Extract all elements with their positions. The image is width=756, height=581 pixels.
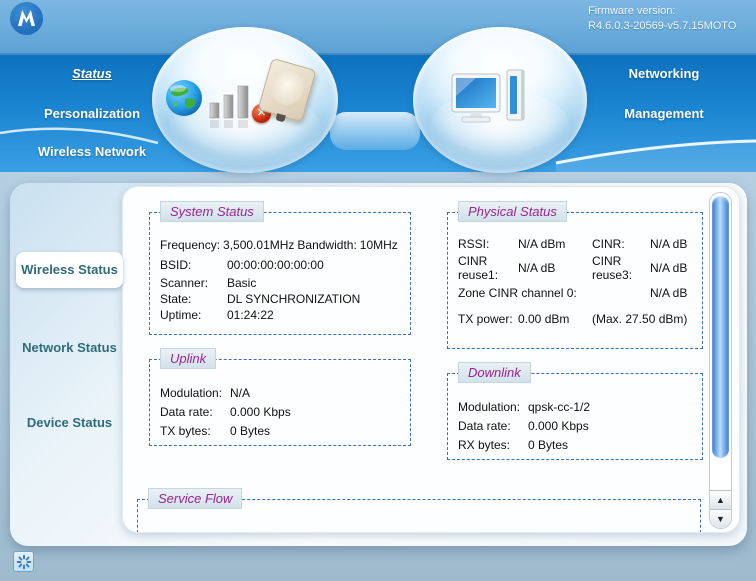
sidebar-tab-device-status[interactable]: Device Status [16, 415, 123, 430]
bandwidth-label: Bandwidth: [297, 238, 357, 252]
status-card: System Status Frequency: 3,500.01MHz Ban… [122, 186, 740, 533]
motorola-logo-icon [10, 2, 43, 35]
zone-cinr-row: Zone CINR channel 0: N/A dB [458, 286, 688, 300]
service-flow-title: Service Flow [148, 488, 243, 509]
computer-icon [450, 68, 534, 131]
scanner-row: Scanner: Basic [160, 276, 257, 290]
scroll-down-icon[interactable]: ▼ [710, 509, 731, 528]
firmware-value: R4.6.0.3-20569-v5.7.15MOTO [588, 20, 737, 32]
refresh-spinner-icon [16, 554, 31, 569]
firmware-label: Firmware version: [588, 5, 676, 17]
frequency-label: Frequency: [160, 238, 221, 252]
bandwidth-value: 10MHz [359, 238, 398, 252]
state-row: State: DL SYNCHRONIZATION [160, 292, 361, 306]
system-status-section: System Status Frequency: 3,500.01MHz Ban… [149, 201, 411, 335]
uplink-section: Uplink Modulation: N/A Data rate: 0.000 … [149, 348, 411, 446]
globe-icon [165, 79, 203, 122]
cinr-reuse-row: CINR reuse1: N/A dB CINR reuse3: N/A dB [458, 254, 688, 282]
refresh-button[interactable] [13, 551, 34, 572]
tx-power-row: TX power: 0.00 dBm (Max. 27.50 dBm) [458, 312, 688, 326]
downlink-rx-bytes-row: RX bytes: 0 Bytes [458, 438, 569, 452]
uplink-tx-bytes-row: TX bytes: 0 Bytes [160, 424, 271, 438]
top-bar: Firmware version: R4.6.0.3-20569-v5.7.15… [0, 0, 756, 55]
scrollbar-thumb[interactable] [712, 196, 729, 458]
nav-item-personalization[interactable]: Personalization [27, 106, 157, 121]
nav-item-management[interactable]: Management [598, 106, 730, 121]
firmware-version: Firmware version: R4.6.0.3-20569-v5.7.15… [588, 4, 753, 34]
physical-status-title: Physical Status [458, 201, 567, 222]
signal-bars-icon [208, 83, 252, 136]
bsid-row: BSID: 00:00:00:00:00:00 [160, 258, 324, 272]
downlink-title: Downlink [458, 362, 531, 383]
physical-status-section: Physical Status RSSI: N/A dBm CINR: N/A … [447, 201, 703, 349]
wireless-status-bubble: ✕ [152, 27, 338, 173]
vertical-scrollbar[interactable]: ▲ ▼ [709, 192, 732, 529]
nav-item-status[interactable]: Status [27, 66, 157, 81]
frequency-value: 3,500.01MHz [223, 238, 295, 252]
uptime-row: Uptime: 01:24:22 [160, 308, 274, 322]
motorola-cpe-status-page: Firmware version: R4.6.0.3-20569-v5.7.15… [0, 0, 756, 581]
downlink-section: Downlink Modulation: qpsk-cc-1/2 Data ra… [447, 362, 703, 460]
sidebar-tab-network-status[interactable]: Network Status [16, 340, 123, 355]
system-status-title: System Status [160, 201, 264, 222]
uplink-title: Uplink [160, 348, 217, 369]
nav-item-networking[interactable]: Networking [598, 66, 730, 81]
bubble-connector-decoration [330, 112, 420, 150]
frequency-row: Frequency: 3,500.01MHz Bandwidth: 10MHz [160, 237, 404, 253]
uplink-modulation-row: Modulation: N/A [160, 386, 251, 400]
service-flow-section: Service Flow [137, 488, 701, 532]
management-bubble [413, 27, 587, 173]
sidebar-tab-wireless-status[interactable]: Wireless Status [16, 252, 123, 288]
scroll-up-icon[interactable]: ▲ [710, 490, 731, 509]
scrollbar-buttons: ▲ ▼ [710, 490, 731, 528]
rssi-cinr-row: RSSI: N/A dBm CINR: N/A dB [458, 237, 688, 251]
uplink-data-rate-row: Data rate: 0.000 Kbps [160, 405, 291, 419]
downlink-modulation-row: Modulation: qpsk-cc-1/2 [458, 400, 591, 414]
downlink-data-rate-row: Data rate: 0.000 Kbps [458, 419, 589, 433]
nav-item-wireless-network[interactable]: Wireless Network [27, 144, 157, 159]
